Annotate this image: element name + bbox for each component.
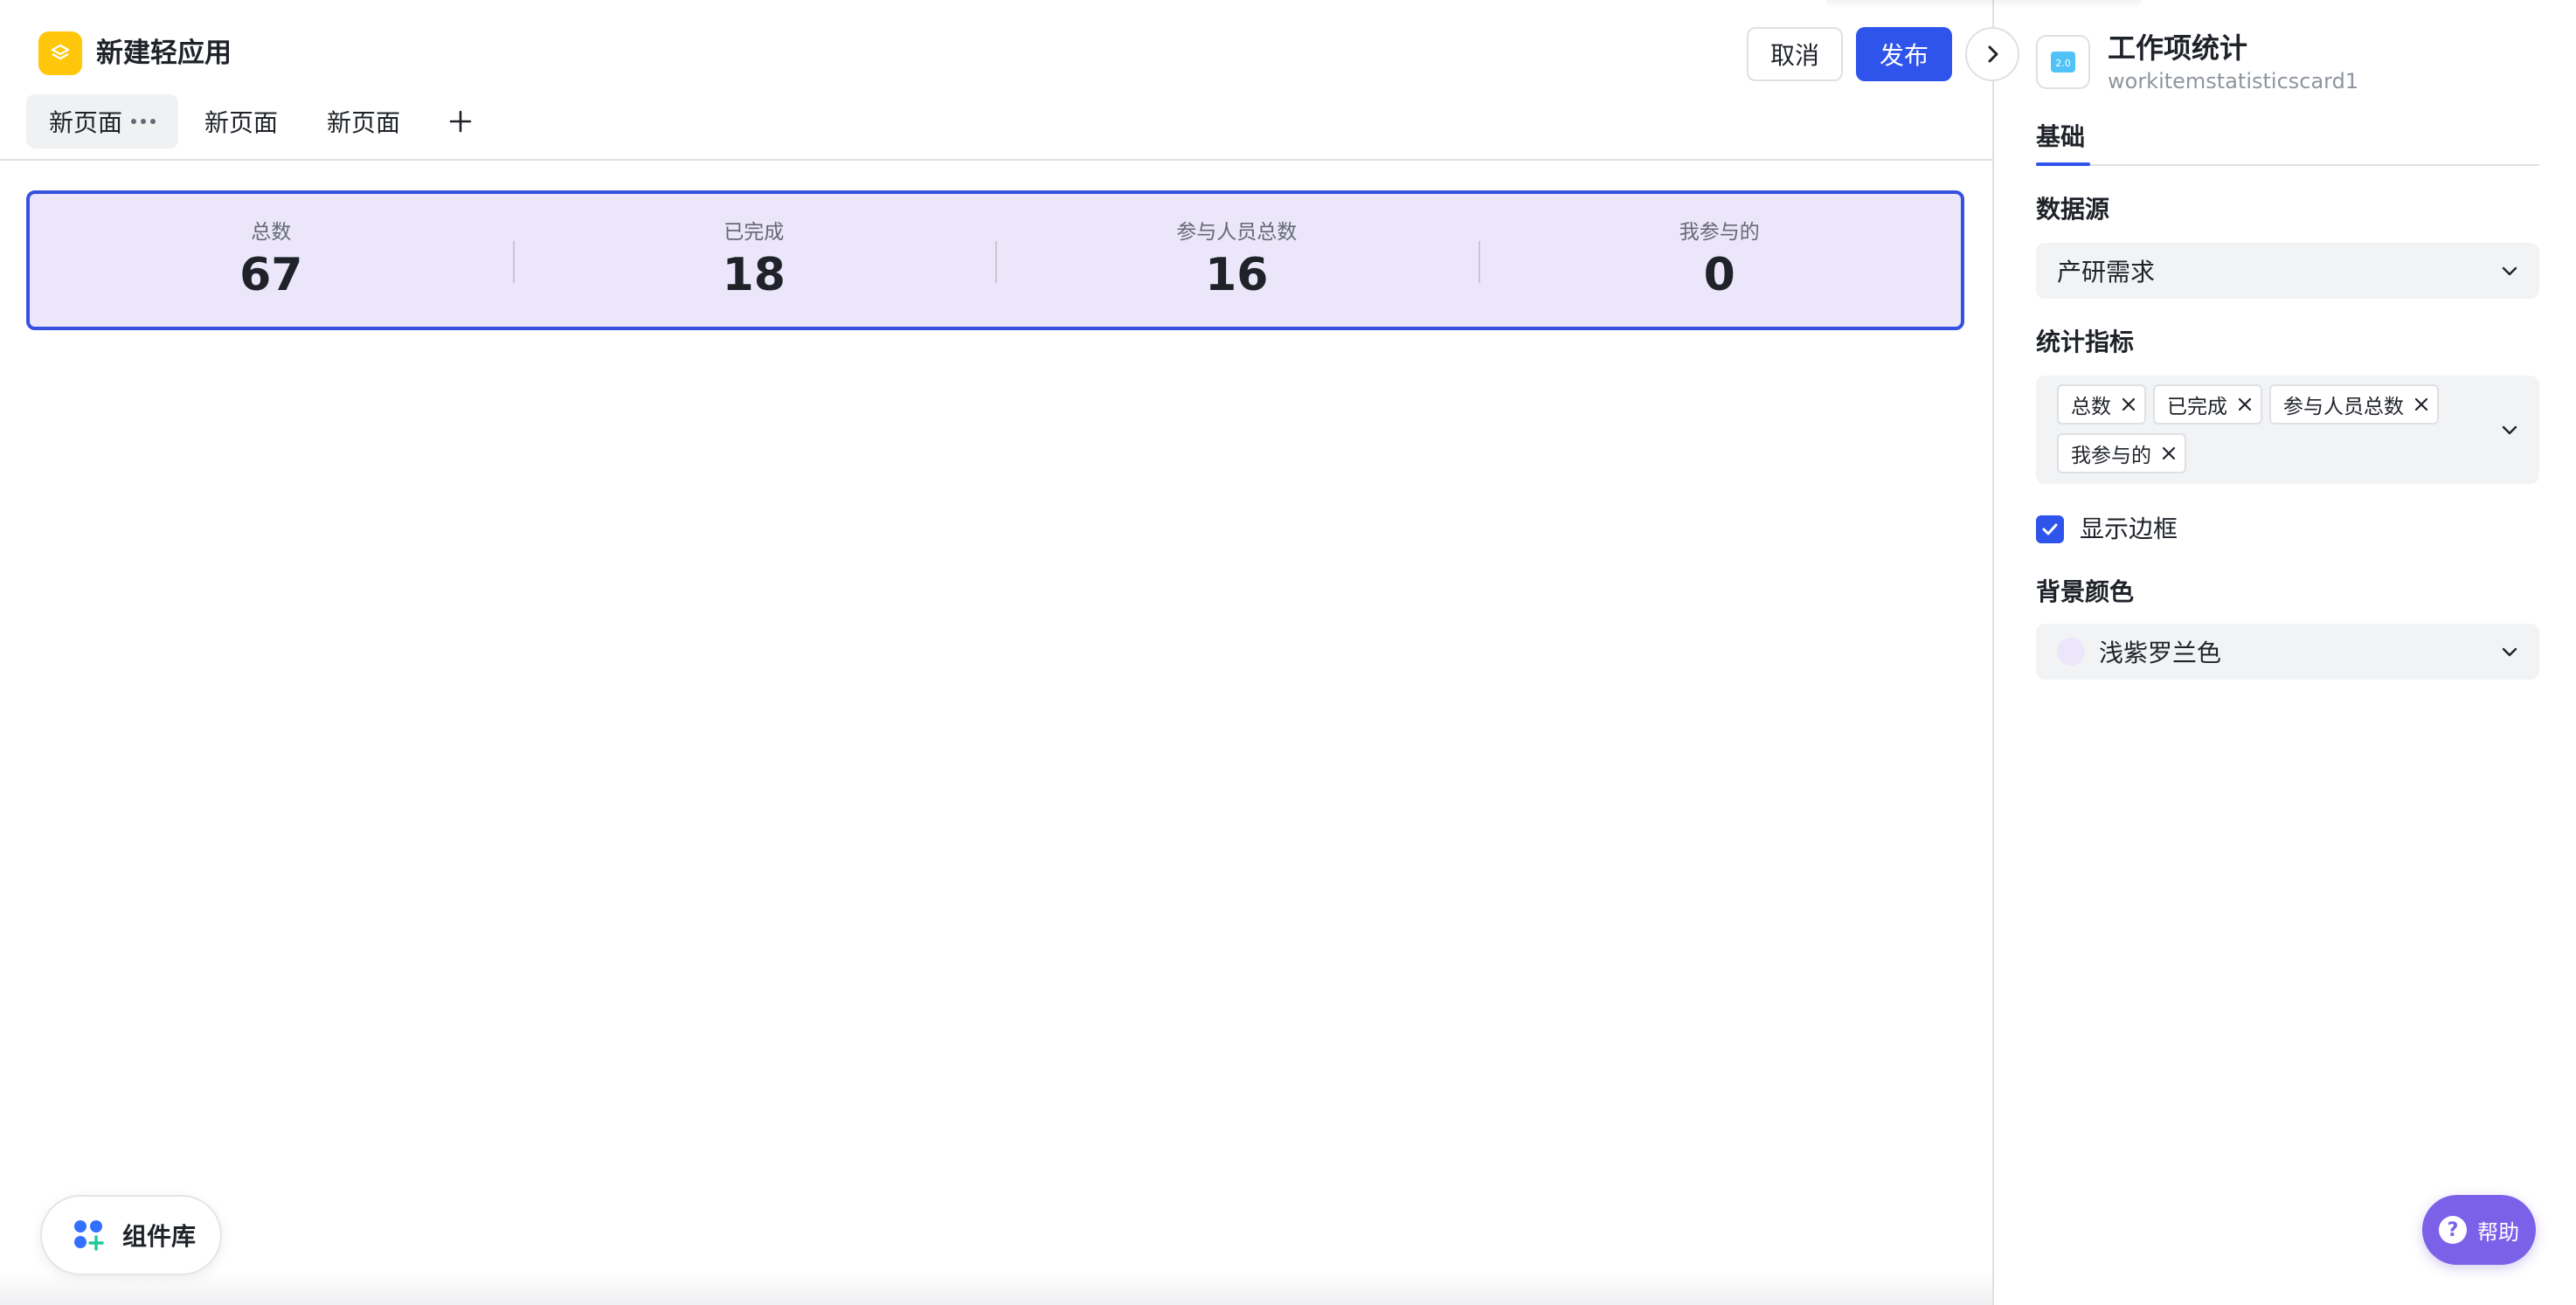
stat-label: 参与人员总数 — [1176, 221, 1298, 244]
metric-chip: 我参与的 — [2057, 433, 2186, 473]
stat-value: 16 — [1205, 249, 1269, 301]
check-icon — [2042, 523, 2058, 535]
stat-participants: 参与人员总数 16 — [995, 194, 1478, 327]
help-label: 帮助 — [2477, 1219, 2519, 1245]
question-icon: ? — [2439, 1216, 2467, 1244]
app-root: 新建轻应用 新页面 新页面 新页面 总数 67 已完成 18 参与人员总数 16… — [0, 0, 2576, 1305]
page-tab-1[interactable]: 新页面 — [26, 94, 179, 148]
component-icon-text: 2.0 — [2055, 58, 2071, 69]
stat-mine: 我参与的 0 — [1478, 194, 1962, 327]
collapse-panel-button[interactable] — [1965, 27, 2019, 81]
tab-basic[interactable]: 基础 — [2036, 117, 2085, 157]
metrics-multiselect[interactable]: 总数 已完成 参与人员总数 我参与的 — [2036, 376, 2539, 484]
chevron-down-icon — [2502, 647, 2517, 657]
metric-chip-label: 我参与的 — [2071, 445, 2151, 467]
metric-chip-label: 总数 — [2071, 396, 2111, 418]
show-border-label: 显示边框 — [2080, 514, 2178, 543]
help-button[interactable]: ? 帮助 — [2422, 1195, 2536, 1265]
chevron-right-icon — [1988, 45, 1998, 63]
metric-chip: 已完成 — [2153, 384, 2262, 425]
stat-value: 0 — [1703, 249, 1735, 301]
cancel-button[interactable]: 取消 — [1747, 27, 1843, 81]
metric-chip-label: 已完成 — [2167, 396, 2227, 418]
app-title: 新建轻应用 — [96, 38, 232, 69]
remove-chip-icon[interactable] — [2120, 396, 2137, 413]
metrics-label: 统计指标 — [2036, 328, 2135, 356]
show-border-checkbox[interactable] — [2036, 515, 2064, 543]
stat-completed: 已完成 18 — [512, 194, 996, 327]
show-border-row[interactable]: 显示边框 — [2036, 512, 2178, 547]
data-source-value: 产研需求 — [2057, 258, 2156, 287]
editor-area: 新建轻应用 新页面 新页面 新页面 总数 67 已完成 18 参与人员总数 16… — [0, 0, 1992, 1305]
component-icon: 2.0 — [2036, 35, 2090, 89]
work-item-stats-card[interactable]: 总数 67 已完成 18 参与人员总数 16 我参与的 0 — [26, 190, 1964, 330]
stat-value: 18 — [722, 249, 786, 301]
properties-panel: 2.0 工作项统计 workitemstatisticscard1 基础 数据源… — [1992, 0, 2576, 1305]
color-swatch — [2057, 638, 2085, 666]
stat-value: 67 — [239, 249, 303, 301]
component-library-icon — [74, 1220, 104, 1251]
remove-chip-icon[interactable] — [2413, 396, 2430, 413]
data-source-label: 数据源 — [2036, 195, 2110, 224]
background-color-value: 浅紫罗兰色 — [2099, 639, 2222, 667]
bottom-fade — [0, 1270, 1992, 1305]
top-shadow — [1826, 0, 2141, 9]
panel-subtitle: workitemstatisticscard1 — [2108, 69, 2359, 93]
page-tab-2[interactable]: 新页面 — [182, 94, 301, 148]
chevron-down-icon — [2502, 266, 2517, 276]
add-page-button[interactable] — [433, 94, 488, 148]
publish-button[interactable]: 发布 — [1856, 27, 1952, 81]
component-library-label: 组件库 — [122, 1222, 197, 1251]
page-tab-label: 新页面 — [49, 108, 123, 137]
panel-title: 工作项统计 — [2108, 31, 2248, 65]
app-logo-icon — [38, 31, 82, 75]
remove-chip-icon[interactable] — [2160, 445, 2178, 462]
metric-chip-label: 参与人员总数 — [2283, 396, 2404, 418]
top-bar: 新建轻应用 新页面 新页面 新页面 — [0, 0, 1992, 161]
stat-label: 已完成 — [724, 221, 785, 244]
more-icon[interactable] — [131, 119, 156, 124]
stat-label: 我参与的 — [1679, 221, 1760, 244]
page-tabs: 新页面 新页面 新页面 — [26, 94, 488, 148]
chevron-down-icon — [2502, 425, 2517, 435]
plus-icon — [449, 110, 472, 133]
metric-chip: 总数 — [2057, 384, 2146, 425]
background-color-label: 背景颜色 — [2036, 577, 2135, 606]
stat-label: 总数 — [251, 221, 292, 244]
page-tab-3[interactable]: 新页面 — [304, 94, 423, 148]
component-library-button[interactable]: 组件库 — [40, 1195, 222, 1275]
metric-chip: 参与人员总数 — [2269, 384, 2439, 425]
background-color-select[interactable]: 浅紫罗兰色 — [2036, 624, 2539, 680]
panel-tabs: 基础 — [2036, 114, 2539, 166]
stat-total: 总数 67 — [30, 194, 513, 327]
tab-active-indicator — [2036, 162, 2090, 166]
page-tab-label: 新页面 — [204, 108, 279, 137]
page-tab-label: 新页面 — [327, 108, 401, 137]
data-source-select[interactable]: 产研需求 — [2036, 243, 2539, 299]
remove-chip-icon[interactable] — [2236, 396, 2254, 413]
